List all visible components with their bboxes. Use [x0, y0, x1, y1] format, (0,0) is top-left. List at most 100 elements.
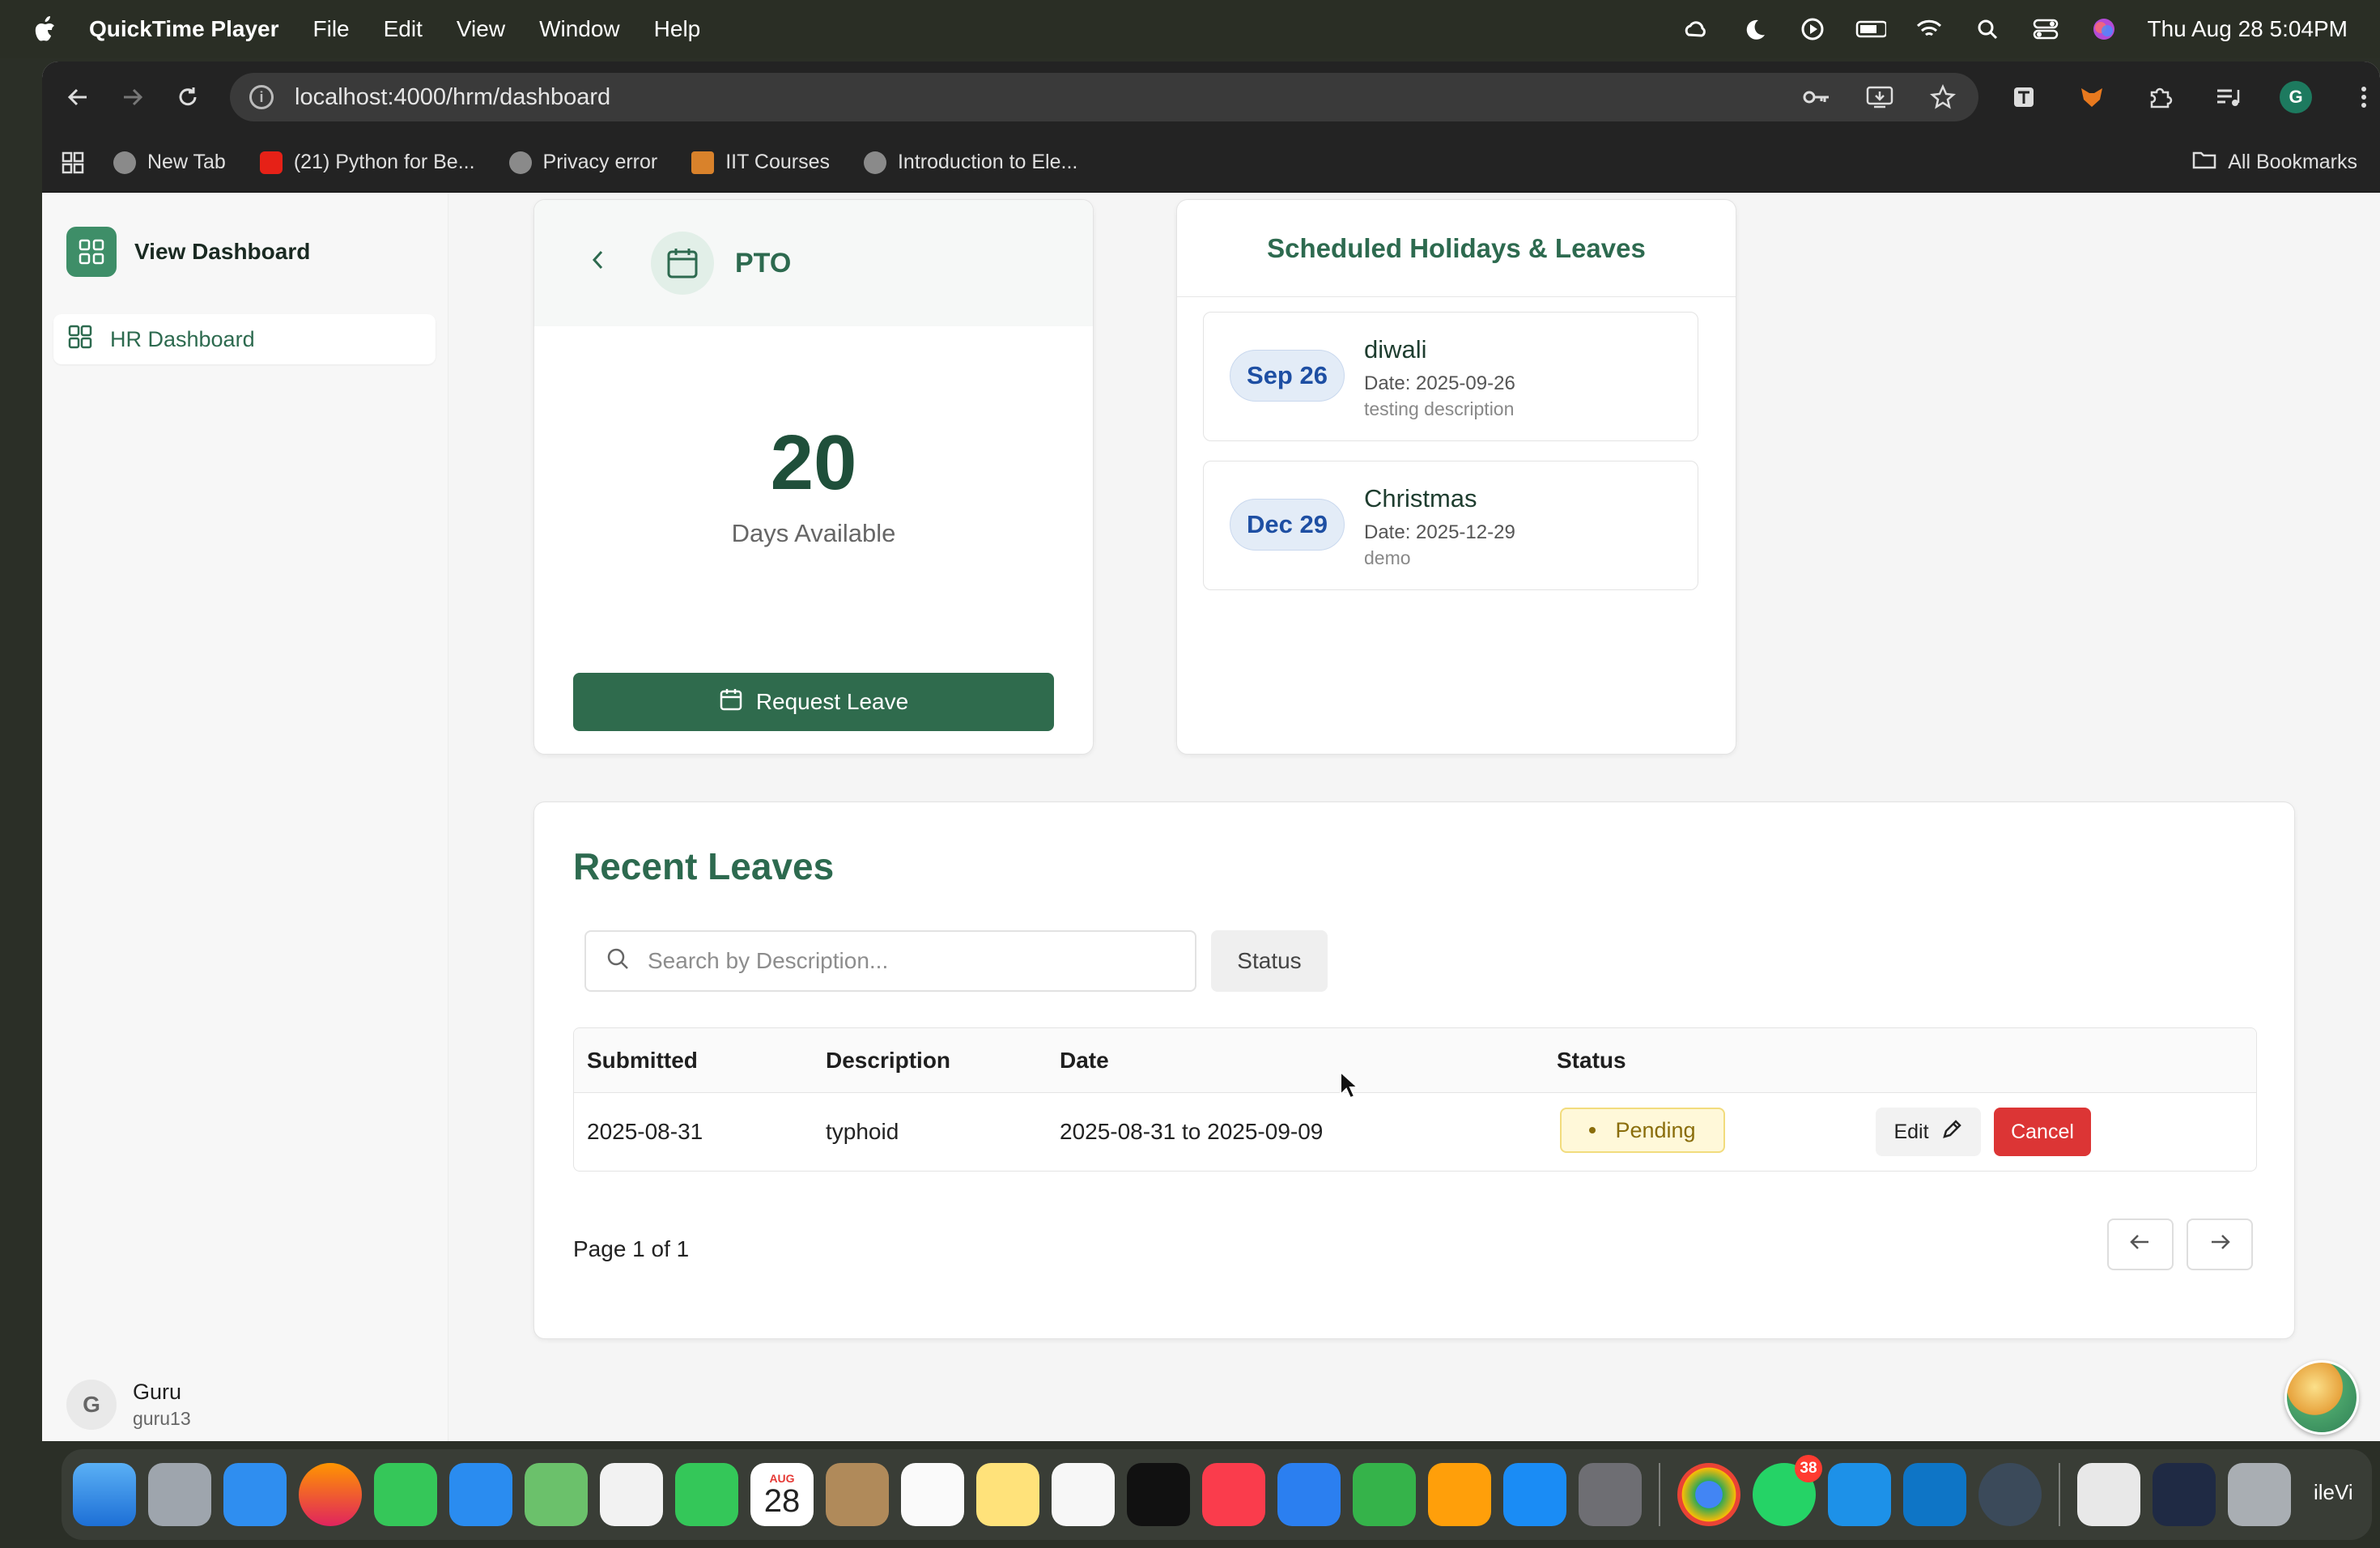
play-icon[interactable] [1797, 14, 1828, 45]
weather-icon[interactable] [1681, 14, 1711, 45]
forward-arrow-icon[interactable] [113, 78, 152, 117]
bookmark-python[interactable]: (21) Python for Be... [259, 151, 475, 174]
menu-clock[interactable]: Thu Aug 28 5:04PM [2147, 16, 2348, 42]
music-icon[interactable] [1202, 1463, 1265, 1526]
preview-window-thumb[interactable] [2077, 1463, 2140, 1526]
status-label: Pending [1615, 1117, 1696, 1142]
bookmark-privacy-error[interactable]: Privacy error [508, 151, 657, 174]
menu-edit[interactable]: Edit [384, 16, 423, 42]
calendar-app-icon[interactable]: AUG 28 [750, 1463, 814, 1526]
apps-grid-icon[interactable] [57, 147, 89, 179]
menu-view[interactable]: View [457, 16, 505, 42]
mail-icon[interactable] [449, 1463, 512, 1526]
previous-page-button[interactable] [2107, 1218, 2174, 1270]
moon-icon[interactable] [1739, 14, 1770, 45]
contacts-icon[interactable] [826, 1463, 889, 1526]
edit-button[interactable]: Edit [1876, 1108, 1981, 1156]
profile-avatar[interactable]: G [2280, 81, 2312, 113]
pencil-icon [1940, 1118, 1963, 1146]
vscode-icon[interactable] [1903, 1463, 1966, 1526]
menu-window[interactable]: Window [539, 16, 620, 42]
url-text[interactable]: localhost:4000/hrm/dashboard [295, 84, 610, 111]
next-page-button[interactable] [2187, 1218, 2253, 1270]
numbers-icon[interactable] [1353, 1463, 1416, 1526]
extension-fox-icon[interactable] [2076, 81, 2108, 113]
column-header-description: Description [826, 1047, 951, 1073]
firefox-icon[interactable] [299, 1463, 362, 1526]
back-arrow-icon[interactable] [58, 78, 97, 117]
holiday-item[interactable]: Sep 26 diwali Date: 2025-09-26 testing d… [1203, 312, 1698, 441]
cancel-button[interactable]: Cancel [1994, 1108, 2091, 1156]
user-profile[interactable]: G Guru guru13 [66, 1380, 191, 1430]
whatsapp-icon[interactable]: 38 [1753, 1455, 1822, 1526]
star-icon[interactable] [1927, 81, 1959, 113]
wifi-icon[interactable] [1914, 14, 1944, 45]
calendar-day: 28 [763, 1483, 801, 1519]
menu-bar: QuickTime Player File Edit View Window H… [0, 0, 2380, 58]
status-filter-button[interactable]: Status [1211, 930, 1328, 992]
apple-icon[interactable] [32, 15, 57, 43]
safari-icon[interactable] [223, 1463, 287, 1526]
arrow-left-icon [2129, 1231, 2152, 1258]
facetime-icon[interactable] [675, 1463, 738, 1526]
pto-card: PTO 20 Days Available Request Leave [533, 199, 1094, 755]
pages-icon[interactable] [1428, 1463, 1491, 1526]
holiday-date: Date: 2025-09-26 [1364, 372, 1515, 394]
menu-help[interactable]: Help [654, 16, 701, 42]
avatar: G [66, 1380, 117, 1430]
site-info-icon[interactable]: i [249, 85, 274, 109]
sidebar-header[interactable]: View Dashboard [66, 227, 310, 277]
bookmark-label: IIT Courses [725, 151, 830, 173]
notes-icon[interactable] [976, 1463, 1039, 1526]
freeform-icon[interactable] [1052, 1463, 1115, 1526]
floating-beach-widget-icon[interactable] [2284, 1360, 2359, 1435]
install-app-icon[interactable] [1864, 81, 1896, 113]
siri-icon[interactable] [2089, 14, 2119, 45]
menu-app-name[interactable]: QuickTime Player [89, 16, 279, 42]
media-control-icon[interactable] [2212, 81, 2244, 113]
bookmark-iit-courses[interactable]: IIT Courses [691, 151, 830, 174]
folder-icon [2192, 150, 2216, 175]
reminders-icon[interactable] [901, 1463, 964, 1526]
bookmark-label: New Tab [147, 151, 226, 173]
extensions-puzzle-icon[interactable] [2144, 81, 2176, 113]
extension-reader-icon[interactable] [2008, 81, 2040, 113]
key-icon[interactable] [1800, 81, 1833, 113]
menu-file[interactable]: File [313, 16, 350, 42]
control-center-icon[interactable] [2030, 14, 2061, 45]
hrm-app: View Dashboard HR Dashboard G Guru guru1… [42, 193, 2380, 1441]
keynote-icon[interactable] [1277, 1463, 1341, 1526]
sidebar-item-hr-dashboard[interactable]: HR Dashboard [53, 314, 436, 364]
holiday-item[interactable]: Dec 29 Christmas Date: 2025-12-29 demo [1203, 461, 1698, 590]
address-bar[interactable]: i localhost:4000/hrm/dashboard [230, 73, 1978, 121]
search-icon[interactable] [1972, 14, 2003, 45]
request-leave-button[interactable]: Request Leave [573, 673, 1054, 731]
bookmark-new-tab[interactable]: New Tab [113, 151, 226, 174]
more-menu-icon[interactable] [2348, 81, 2380, 113]
all-bookmarks[interactable]: All Bookmarks [2192, 150, 2357, 175]
docker-icon[interactable] [1828, 1463, 1891, 1526]
sidebar: View Dashboard HR Dashboard G Guru guru1… [42, 193, 448, 1441]
screen-thumb[interactable] [2153, 1463, 2216, 1526]
reload-icon[interactable] [168, 78, 207, 117]
bookmark-intro-ele[interactable]: Introduction to Ele... [863, 151, 1077, 174]
battery-icon[interactable] [1855, 14, 1887, 45]
pto-title: PTO [735, 247, 792, 279]
messages-icon[interactable] [374, 1463, 437, 1526]
apple-tv-icon[interactable] [1127, 1463, 1190, 1526]
chrome-icon[interactable] [1677, 1463, 1740, 1526]
maps-icon[interactable] [525, 1463, 588, 1526]
arrow-right-icon [2208, 1231, 2231, 1258]
system-settings-icon[interactable] [1579, 1463, 1642, 1526]
chevron-left-icon[interactable] [588, 248, 620, 279]
quicktime-icon[interactable] [1978, 1463, 2042, 1526]
finder-icon[interactable] [73, 1463, 136, 1526]
search-input[interactable]: Search by Description... [584, 930, 1196, 992]
app-store-icon[interactable] [1503, 1463, 1566, 1526]
trash-icon[interactable] [2228, 1463, 2291, 1526]
launchpad-icon[interactable] [148, 1463, 211, 1526]
browser-toolbar: i localhost:4000/hrm/dashboard G [42, 62, 2380, 133]
holiday-description: testing description [1364, 398, 1515, 419]
holidays-card: Scheduled Holidays & Leaves Sep 26 diwal… [1176, 199, 1736, 755]
photos-icon[interactable] [600, 1463, 663, 1526]
